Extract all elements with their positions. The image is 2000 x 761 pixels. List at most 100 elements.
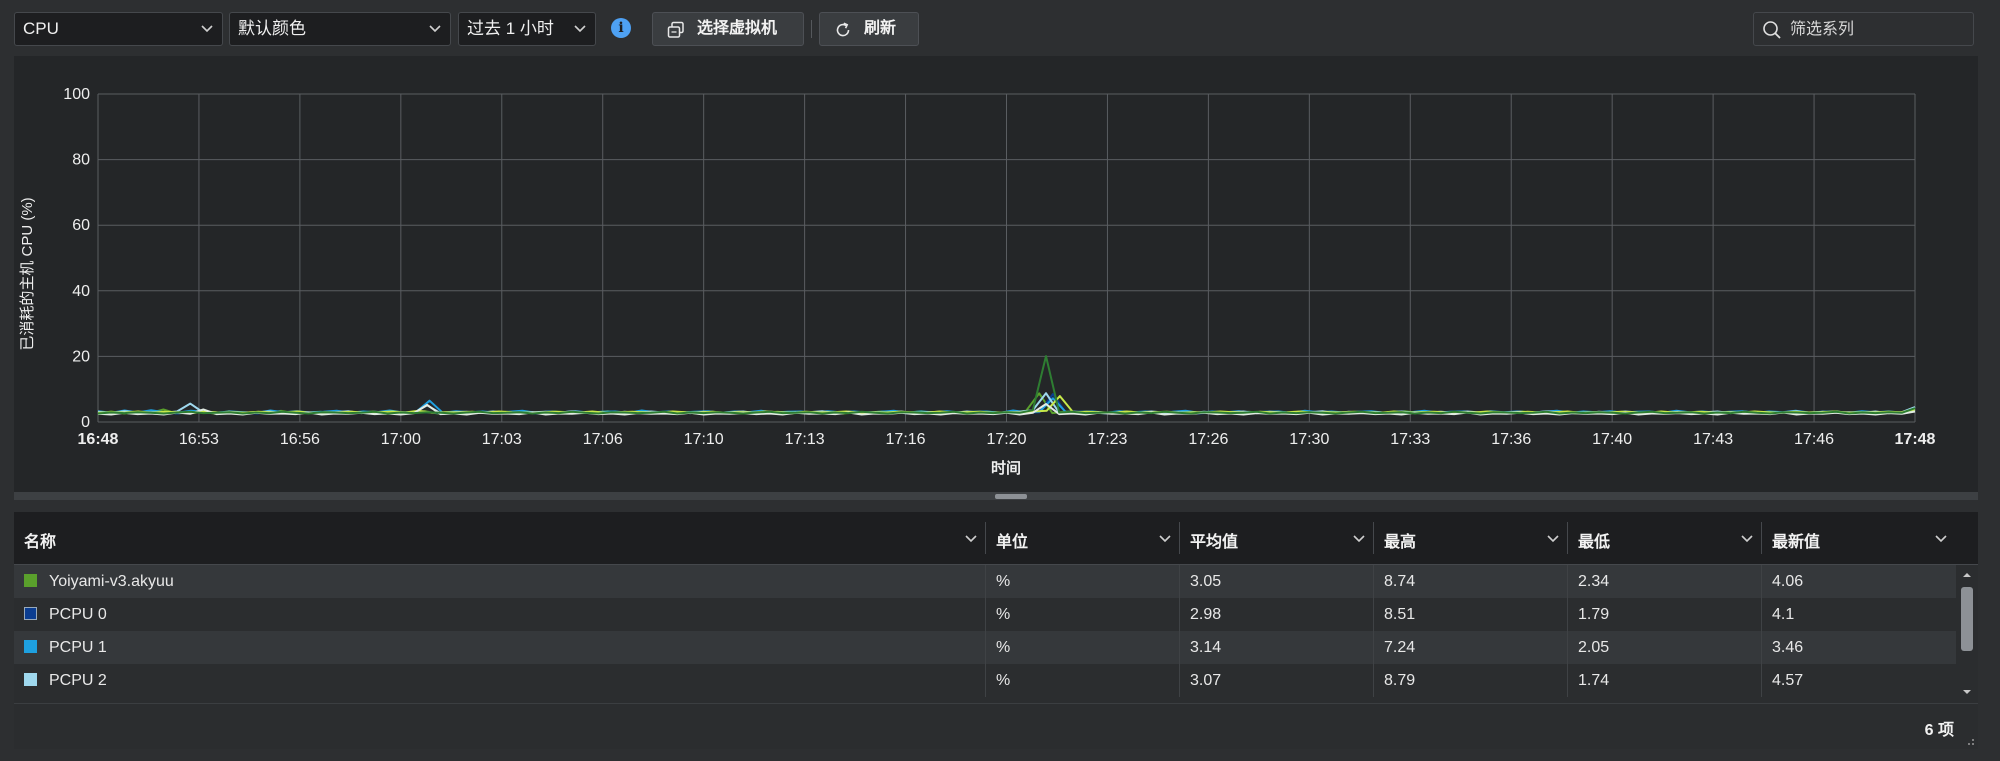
time-range-select-value: 过去 1 小时 xyxy=(467,19,554,38)
y-tick-labels: 0 20 40 60 80 100 xyxy=(63,86,90,431)
series-color-swatch xyxy=(24,639,37,653)
series-name-cell: PCPU 1 xyxy=(14,631,986,664)
x-tick-label: 17:23 xyxy=(1087,431,1127,448)
column-header-name[interactable]: 名称 xyxy=(14,512,986,564)
x-tick-label: 17:46 xyxy=(1794,431,1834,448)
series-name: Yoiyami-v3.akyuu xyxy=(49,573,174,590)
max-cell: 7.24 xyxy=(1374,631,1568,664)
color-select-value: 默认颜色 xyxy=(238,19,306,38)
x-tick-labels: 16:48 16:53 16:56 17:00 17:03 17:06 17:10 17:13… xyxy=(78,431,1936,448)
toolbar-divider xyxy=(811,20,812,38)
splitter-handle[interactable] xyxy=(995,494,1027,499)
unit-cell: % xyxy=(986,565,1180,598)
color-select[interactable]: 默认颜色 xyxy=(229,12,451,46)
y-tick-label: 60 xyxy=(72,217,90,234)
unit-cell: % xyxy=(986,631,1180,664)
select-vm-label: 选择虚拟机 xyxy=(697,20,778,37)
item-count: 6 项 xyxy=(1924,722,1954,739)
series-name: PCPU 1 xyxy=(49,639,107,656)
x-tick-label: 17:40 xyxy=(1592,431,1632,448)
x-tick-label: 17:00 xyxy=(381,431,421,448)
scroll-up-icon[interactable] xyxy=(1962,570,1972,580)
latest-cell: 3.46 xyxy=(1772,639,1804,656)
y-tick-label: 100 xyxy=(63,86,90,103)
chevron-down-icon[interactable] xyxy=(1546,531,1560,545)
chevron-down-icon[interactable] xyxy=(1934,531,1948,545)
table-footer: 6 项 xyxy=(14,703,1978,749)
series-name: PCPU 2 xyxy=(49,672,107,689)
column-header-label: 名称 xyxy=(24,534,57,551)
chevron-down-icon xyxy=(574,25,586,33)
search-input[interactable] xyxy=(1788,17,1970,43)
x-tick-label: 17:26 xyxy=(1188,431,1228,448)
table-header: 名称 单位 平均值 最高 最低 最新值 xyxy=(14,512,1978,565)
table-row[interactable]: PCPU 0 % 2.98 8.51 1.79 4.1 xyxy=(14,598,1956,631)
min-cell: 2.05 xyxy=(1568,631,1762,664)
series-name-cell: PCPU 2 xyxy=(14,664,986,697)
series-color-swatch xyxy=(24,573,37,587)
refresh-icon xyxy=(836,22,850,37)
series-name-cell: PCPU 0 xyxy=(14,598,986,631)
select-vm-button[interactable]: 选择虚拟机 xyxy=(652,12,804,46)
column-header-unit[interactable]: 单位 xyxy=(986,512,1180,564)
x-tick-label: 16:53 xyxy=(179,431,219,448)
x-tick-label: 16:48 xyxy=(78,431,119,448)
column-header-label: 单位 xyxy=(996,534,1029,551)
average-cell: 3.14 xyxy=(1180,631,1374,664)
scrollbar-thumb[interactable] xyxy=(1961,587,1973,651)
column-header-average[interactable]: 平均值 xyxy=(1180,512,1374,564)
chevron-down-icon[interactable] xyxy=(964,531,978,545)
x-tick-label: 17:16 xyxy=(886,431,926,448)
column-header-min[interactable]: 最低 xyxy=(1568,512,1762,564)
y-tick-label: 40 xyxy=(72,283,90,300)
x-tick-label: 17:33 xyxy=(1390,431,1430,448)
toolbar: CPU 默认颜色 过去 1 小时 i 选择虚拟机 刷新 xyxy=(0,0,2000,58)
series-color-swatch xyxy=(24,606,37,620)
table-row[interactable]: PCPU 1 % 3.14 7.24 2.05 3.46 xyxy=(14,631,1956,664)
time-range-select[interactable]: 过去 1 小时 xyxy=(458,12,596,46)
chart-gridlines xyxy=(97,93,1916,423)
x-tick-label: 17:03 xyxy=(482,431,522,448)
x-tick-label: 17:36 xyxy=(1491,431,1531,448)
y-tick-label: 0 xyxy=(81,414,90,431)
column-header-label: 最低 xyxy=(1578,534,1611,551)
chevron-down-icon[interactable] xyxy=(1352,531,1366,545)
table-row[interactable]: Yoiyami-v3.akyuu % 3.05 8.74 2.34 4.06 xyxy=(14,565,1956,598)
min-cell: 1.79 xyxy=(1568,598,1762,631)
unit-cell: % xyxy=(986,664,1180,697)
table-row[interactable]: PCPU 2 % 3.07 8.79 1.74 4.57 xyxy=(14,664,1956,697)
average-cell: 3.07 xyxy=(1180,664,1374,697)
unit-cell: % xyxy=(986,598,1180,631)
x-tick-label: 16:56 xyxy=(280,431,320,448)
chevron-down-icon[interactable] xyxy=(1740,531,1754,545)
metric-select[interactable]: CPU xyxy=(14,12,223,46)
x-tick-label: 17:20 xyxy=(986,431,1026,448)
latest-cell: 4.57 xyxy=(1772,672,1804,689)
chevron-down-icon xyxy=(429,25,441,33)
y-tick-label: 20 xyxy=(72,348,90,365)
cpu-usage-chart[interactable]: 0 20 40 60 80 100 16:48 16:53 16:56 17:00 17:03 17… xyxy=(14,56,1978,492)
series-search[interactable] xyxy=(1753,12,1974,46)
min-cell: 1.74 xyxy=(1568,664,1762,697)
x-tick-label: 17:13 xyxy=(785,431,825,448)
chevron-down-icon xyxy=(201,25,213,33)
max-cell: 8.79 xyxy=(1374,664,1568,697)
refresh-button[interactable]: 刷新 xyxy=(819,12,919,46)
latest-cell: 4.06 xyxy=(1772,573,1804,590)
metric-select-value: CPU xyxy=(23,19,59,38)
column-header-latest[interactable]: 最新值 xyxy=(1762,512,1956,564)
chart-panel: 0 20 40 60 80 100 16:48 16:53 16:56 17:00 17:03 17… xyxy=(14,56,1978,492)
column-header-max[interactable]: 最高 xyxy=(1374,512,1568,564)
table-body: Yoiyami-v3.akyuu % 3.05 8.74 2.34 4.06 P… xyxy=(14,565,1956,703)
series-color-swatch xyxy=(24,672,37,686)
average-cell: 3.05 xyxy=(1180,565,1374,598)
table-scrollbar[interactable] xyxy=(1956,565,1978,703)
info-icon[interactable]: i xyxy=(611,18,631,38)
chevron-down-icon[interactable] xyxy=(1158,531,1172,545)
x-tick-label: 17:10 xyxy=(684,431,724,448)
max-cell: 8.51 xyxy=(1374,598,1568,631)
resize-grip-icon[interactable] xyxy=(1965,736,1975,746)
column-header-label: 最新值 xyxy=(1772,534,1821,551)
scroll-down-icon[interactable] xyxy=(1962,687,1972,697)
latest-cell: 4.1 xyxy=(1772,606,1795,623)
